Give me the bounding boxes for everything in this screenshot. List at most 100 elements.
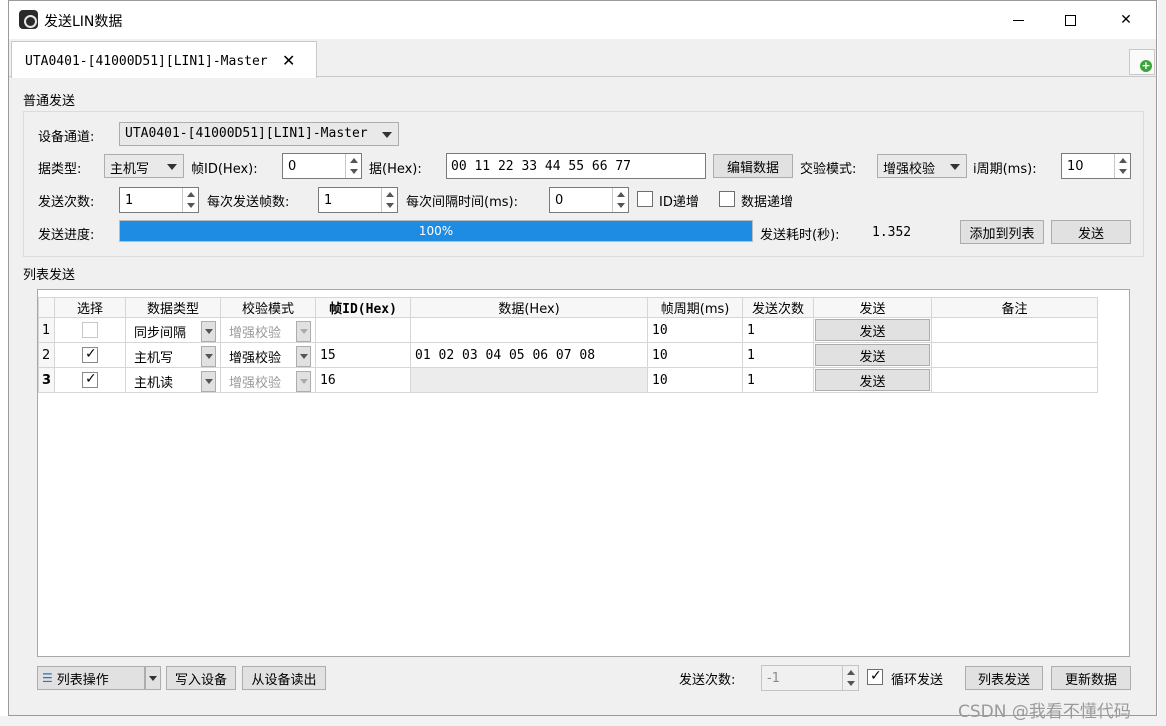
row-period-cell[interactable]: 10 [647,342,744,368]
row-select-checkbox[interactable] [82,371,99,388]
table-row[interactable]: 1 同步间隔 增强校验 10 1 发送 [37,317,1099,343]
minimize-button[interactable] [991,1,1045,39]
column-header-send[interactable]: 发送 [813,297,933,318]
column-header-data-hex[interactable]: 数据(Hex) [410,297,649,318]
send-button[interactable]: 发送 [1051,220,1131,244]
row-select-cell[interactable] [54,342,127,368]
data-hex-input[interactable]: 00 11 22 33 44 55 66 77 [446,153,706,179]
table-row[interactable]: 3 主机读 增强校验 16 10 1 发送 [37,367,1099,393]
add-to-list-button[interactable]: 添加到列表 [960,220,1044,244]
table-row[interactable]: 2 主机写 增强校验 15 01 02 03 04 05 06 07 08 10… [37,342,1099,368]
row-checksum-cell: 增强校验 [220,317,317,343]
chevron-down-icon [296,320,312,342]
interval-spinbox[interactable]: 0 [549,187,629,213]
list-ops-label: 列表操作 [56,672,109,688]
close-window-button[interactable]: ✕ [1099,1,1153,39]
column-header-count[interactable]: 发送次数 [742,297,815,318]
column-header-frame-id[interactable]: 帧ID(Hex) [315,297,412,318]
row-count-cell[interactable]: 1 [742,317,815,343]
column-header-period[interactable]: 帧周期(ms) [647,297,744,318]
checksum-select[interactable]: 增强校验 [877,154,967,178]
row-select-checkbox[interactable] [82,346,99,363]
row-send-cell: 发送 [813,317,933,343]
spin-buttons[interactable] [381,188,397,212]
background-app-strip [1158,0,1166,726]
column-header-select[interactable]: 选择 [54,297,127,318]
row-type-value: 同步间隔 [134,325,187,341]
send-count-label: 发送次数: [38,195,95,210]
row-send-button[interactable]: 发送 [815,319,931,341]
column-header-checksum[interactable]: 校验模式 [220,297,317,318]
column-header-data-type[interactable]: 数据类型 [125,297,222,318]
id-increment-label: ID递增 [659,195,699,210]
spin-down-icon [350,169,358,174]
tab-channel[interactable]: UTA0401-[41000D51][LIN1]-Master ✕ [11,41,317,78]
add-tab-button[interactable]: + [1129,49,1155,75]
row-type-cell[interactable]: 主机读 [125,367,222,393]
chevron-down-icon[interactable] [296,345,312,367]
spin-buttons[interactable] [1114,154,1130,178]
chevron-down-icon[interactable] [201,320,217,342]
row-count-cell[interactable]: 1 [742,367,815,393]
column-header-note[interactable]: 备注 [931,297,1099,318]
row-frame-id-cell[interactable]: 16 [315,367,412,393]
spin-up-icon [350,158,358,163]
period-spinbox[interactable]: 10 [1061,153,1131,179]
row-type-cell[interactable]: 同步间隔 [125,317,222,343]
row-frame-id-cell[interactable] [315,317,412,343]
maximize-button[interactable] [1043,1,1097,39]
loop-send-checkbox[interactable] [867,668,883,685]
normal-send-group: 设备通道: UTA0401-[41000D51][LIN1]-Master 据类… [23,111,1144,257]
row-send-button[interactable]: 发送 [815,344,931,366]
row-data-cell[interactable] [410,317,649,343]
row-data-cell[interactable]: 01 02 03 04 05 06 07 08 [410,342,649,368]
row-count-cell[interactable]: 1 [742,342,815,368]
tab-close-icon[interactable]: ✕ [282,51,295,70]
row-type-value: 主机写 [134,350,174,366]
spin-buttons[interactable] [182,188,198,212]
row-checksum-cell[interactable]: 增强校验 [220,342,317,368]
row-select-cell[interactable] [54,367,127,393]
row-send-button[interactable]: 发送 [815,369,931,391]
data-hex-label: 据(Hex): [369,162,422,177]
spin-buttons[interactable] [612,188,628,212]
bottom-send-count-label: 发送次数: [679,673,736,688]
id-increment-checkbox[interactable] [637,191,653,207]
frames-per-send-spinbox[interactable]: 1 [318,187,398,213]
spin-buttons[interactable] [345,154,361,178]
data-type-value: 主机写 [110,162,150,177]
row-select-checkbox[interactable] [82,322,99,338]
spin-up-icon [617,192,625,197]
list-ops-button[interactable]: ☰ 列表操作 [37,666,145,690]
list-ops-dropdown[interactable] [145,666,161,690]
write-device-button[interactable]: 写入设备 [166,666,236,690]
row-period-cell[interactable]: 10 [647,317,744,343]
row-note-cell[interactable] [931,367,1099,393]
send-count-spinbox[interactable]: 1 [119,187,199,213]
edit-data-button[interactable]: 编辑数据 [713,154,793,178]
chevron-down-icon[interactable] [201,345,217,367]
table-header-row: 选择 数据类型 校验模式 帧ID(Hex) 数据(Hex) 帧周期(ms) 发送… [37,297,1099,318]
row-type-value: 主机读 [134,375,174,391]
update-data-button[interactable]: 更新数据 [1051,666,1131,690]
row-select-cell[interactable] [54,317,127,343]
row-number: 2 [37,342,56,368]
row-note-cell[interactable] [931,317,1099,343]
device-channel-select[interactable]: UTA0401-[41000D51][LIN1]-Master [119,122,399,146]
row-frame-id-cell[interactable]: 15 [315,342,412,368]
tab-strip: UTA0401-[41000D51][LIN1]-Master ✕ + [9,39,1156,78]
list-send-button[interactable]: 列表发送 [965,666,1043,690]
data-increment-checkbox[interactable] [719,191,735,207]
row-type-cell[interactable]: 主机写 [125,342,222,368]
data-type-select[interactable]: 主机写 [104,154,184,178]
app-icon [19,10,38,29]
row-period-cell[interactable]: 10 [647,367,744,393]
read-device-button[interactable]: 从设备读出 [242,666,326,690]
bottom-send-count-value: -1 [767,671,780,686]
spin-down-icon [847,681,855,686]
frame-list-grid: 选择 数据类型 校验模式 帧ID(Hex) 数据(Hex) 帧周期(ms) 发送… [37,297,1099,393]
frame-id-spinbox[interactable]: 0 [282,153,362,179]
chevron-down-icon [149,675,157,681]
row-note-cell[interactable] [931,342,1099,368]
chevron-down-icon[interactable] [201,370,217,392]
